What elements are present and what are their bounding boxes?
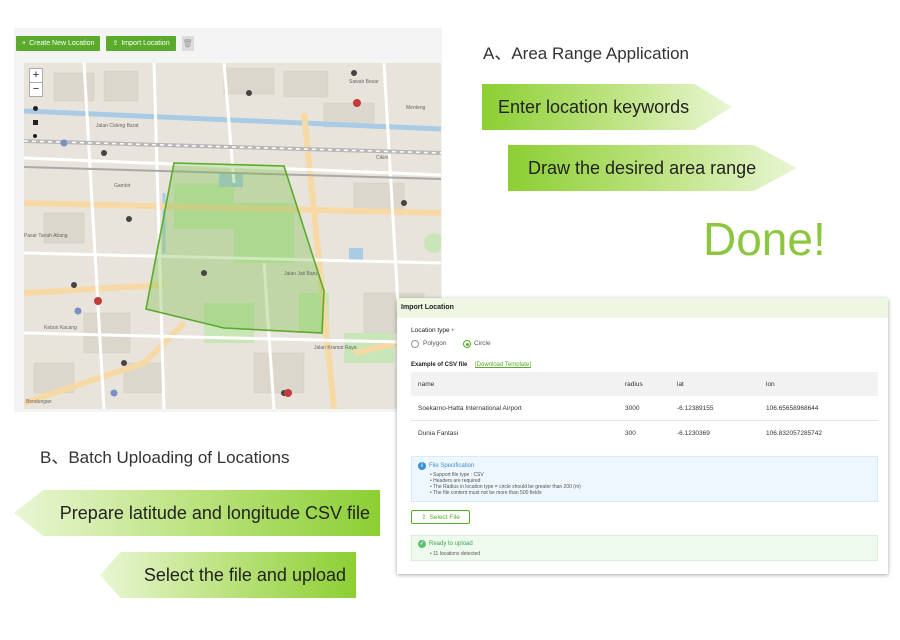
step-draw-area: Draw the desired area range xyxy=(508,145,797,191)
ready-item: • 11 locations detected xyxy=(430,551,481,557)
map-label: Gambir xyxy=(114,183,131,189)
map-canvas xyxy=(24,63,441,409)
check-circle-icon: ✓ xyxy=(418,540,426,548)
file-spec-title: File Specification xyxy=(429,463,475,469)
draw-point-tool[interactable] xyxy=(30,131,40,141)
radio-circle-label[interactable]: Circle xyxy=(474,340,491,347)
ready-title: Ready to upload xyxy=(429,541,473,547)
map-label: Jalan Kramat Raya xyxy=(314,345,357,351)
step-select-upload: Select the file and upload xyxy=(100,552,356,598)
table-cell: 106.65658968644 xyxy=(766,405,819,412)
location-type-label: Location type • xyxy=(411,327,454,334)
dialog-title: Import Location xyxy=(397,298,888,318)
spec-item: • The file content must not be more than… xyxy=(430,490,542,496)
step-enter-keywords: Enter location keywords xyxy=(482,84,732,130)
table-cell: 106.832057285742 xyxy=(766,430,823,437)
create-new-location-button[interactable]: + Create New Location xyxy=(16,35,101,51)
step-label: Prepare latitude and longitude CSV file xyxy=(59,502,370,523)
map-label: Jalan Jati Baru xyxy=(284,271,318,277)
step-prepare-csv: Prepare latitude and longitude CSV file xyxy=(14,490,380,536)
csv-example-label: Example of CSV file xyxy=(411,362,468,368)
circle-marker-icon xyxy=(32,105,38,111)
step-label: Enter location keywords xyxy=(498,96,690,117)
download-template-link[interactable]: [Download Template] xyxy=(475,362,531,368)
required-mark: • xyxy=(451,327,454,334)
map-label: Sawah Besar xyxy=(349,79,379,85)
radio-circle[interactable] xyxy=(463,340,471,348)
section-a-title: A、Area Range Application xyxy=(483,44,690,63)
trash-icon: 🗑 xyxy=(182,38,193,48)
table-cell: -6.12389155 xyxy=(677,405,714,412)
table-cell: 3000 xyxy=(625,405,640,412)
upload-icon: ⇪ xyxy=(112,40,119,47)
import-location-dialog: Import Location Location type • Polygon … xyxy=(397,298,888,574)
column-header: name xyxy=(418,381,435,388)
map-toolbar: + Create New Location ⇪ Import Location … xyxy=(14,28,444,58)
zoom-in-button[interactable]: + xyxy=(29,68,43,83)
table-cell: -6.1230369 xyxy=(677,430,710,437)
section-b-title: B、Batch Uploading of Locations xyxy=(40,448,290,467)
map-label: Cikini xyxy=(376,155,389,161)
table-cell: 300 xyxy=(625,430,636,437)
step-label: Draw the desired area range xyxy=(528,157,757,178)
map-panel: + Create New Location ⇪ Import Location … xyxy=(14,28,442,412)
draw-circle-tool[interactable] xyxy=(30,103,40,113)
map-view[interactable]: Pasar Tanah Abang Jalan Cideng Barat Saw… xyxy=(24,63,441,409)
file-specification-box: i File Specification • Support file type… xyxy=(411,456,878,502)
zoom-out-button[interactable]: − xyxy=(29,82,43,97)
upload-icon: ⇪ xyxy=(421,514,427,521)
select-file-label: Select File xyxy=(429,513,460,521)
column-header: lon xyxy=(766,381,775,388)
ready-to-upload-box: ✓ Ready to upload • 11 locations detecte… xyxy=(411,535,878,561)
column-header: radius xyxy=(625,381,643,388)
map-label: Kebon Kacang xyxy=(44,325,77,331)
map-label: Jalan Cideng Barat xyxy=(96,123,139,129)
map-label: Pasar Tanah Abang xyxy=(24,233,68,239)
plus-icon: + xyxy=(22,39,27,47)
select-file-button[interactable]: ⇪ Select File xyxy=(411,510,470,524)
delete-button[interactable]: 🗑 xyxy=(181,35,194,51)
create-new-location-label: Create New Location xyxy=(29,39,95,47)
table-cell: Dunia Fantasi xyxy=(418,430,459,437)
step-label: Select the file and upload xyxy=(143,564,346,585)
column-header: lat xyxy=(677,381,684,388)
info-icon: i xyxy=(418,462,426,470)
square-icon xyxy=(32,119,38,125)
import-location-label: Import Location xyxy=(121,39,170,47)
ready-item-text: 11 locations detected xyxy=(433,551,481,557)
dot-icon xyxy=(33,134,37,138)
table-row: Dunia Fantasi 300 -6.1230369 106.8320572… xyxy=(411,420,878,445)
map-label: Menteng xyxy=(406,105,426,111)
radio-polygon-label[interactable]: Polygon xyxy=(423,340,447,347)
draw-rectangle-tool[interactable] xyxy=(30,117,40,127)
table-header-row: name radius lat lon xyxy=(411,372,878,396)
map-label: Bendungan xyxy=(26,399,52,405)
import-location-button[interactable]: ⇪ Import Location xyxy=(106,35,176,51)
spec-item-text: The file content must not be more than 5… xyxy=(433,490,542,496)
location-type-text: Location type xyxy=(411,327,450,334)
table-row: Soekarno-Hatta International Airport 300… xyxy=(411,396,878,420)
radio-polygon[interactable] xyxy=(411,340,419,348)
done-text: Done! xyxy=(703,213,826,265)
table-cell: Soekarno-Hatta International Airport xyxy=(418,405,522,412)
